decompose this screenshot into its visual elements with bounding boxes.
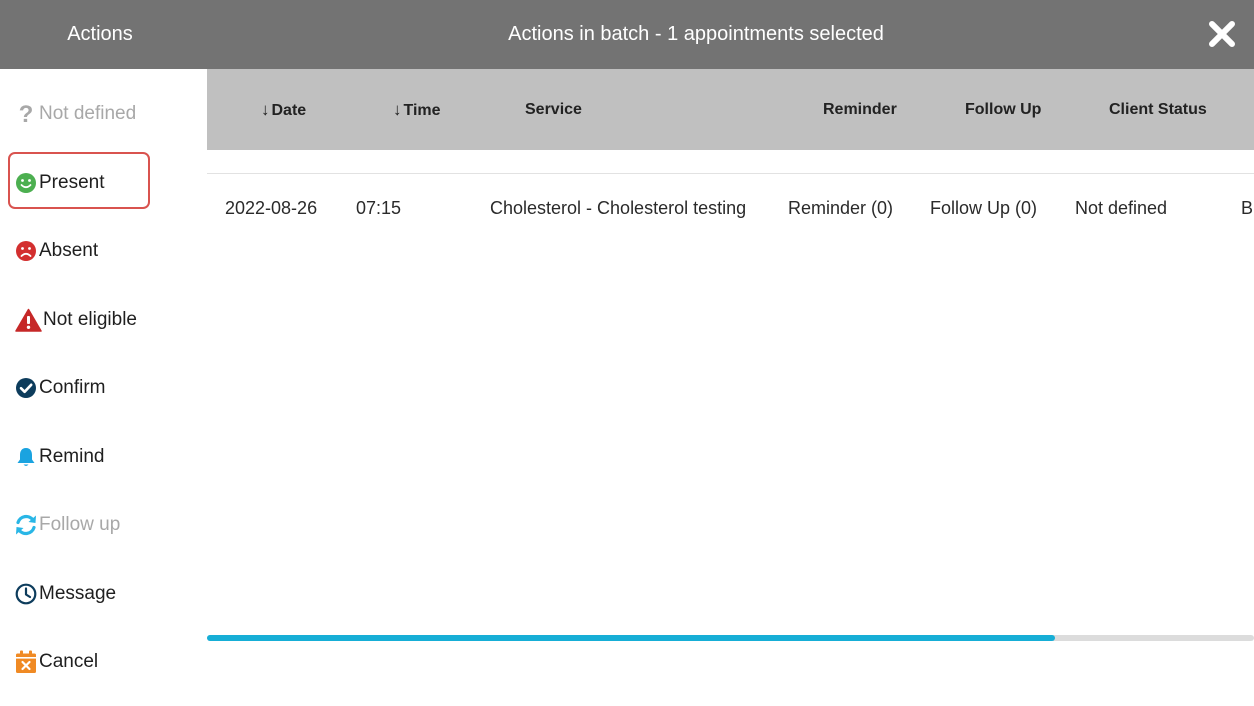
actions-sidebar: ? Not defined Present Absent Not eligibl… (0, 69, 207, 706)
action-not-eligible[interactable]: Not eligible (14, 300, 137, 340)
cell-service: Cholesterol - Cholesterol testing (490, 198, 747, 218)
actions-heading: Actions (67, 23, 133, 45)
smile-icon (14, 171, 38, 195)
cell-reminder-link[interactable]: Reminder (0) (788, 196, 893, 220)
cell-date: 2022-08-26 (225, 198, 318, 218)
column-header-date[interactable]: ↓ Date (261, 69, 306, 150)
action-label: Message (39, 583, 117, 604)
action-follow-up[interactable]: Follow up (14, 505, 120, 545)
bell-icon (14, 445, 38, 469)
action-label: Confirm (39, 377, 106, 398)
row-divider (207, 173, 1254, 174)
close-button[interactable] (1204, 16, 1240, 52)
horizontal-scrollbar[interactable] (207, 635, 1254, 641)
table-header: ↓ Date ↓ Time Service Reminder Follow Up C… (207, 69, 1254, 150)
column-header-reminder[interactable]: Reminder (823, 69, 897, 150)
scrollbar-thumb[interactable] (207, 635, 1056, 641)
action-absent[interactable]: Absent (14, 231, 98, 271)
clock-icon (14, 582, 38, 606)
action-label: Not defined (39, 103, 137, 124)
column-header-service[interactable]: Service (525, 69, 582, 150)
column-header-time[interactable]: ↓ Time (393, 69, 441, 150)
column-header-client-status[interactable]: Client Status (1109, 69, 1207, 150)
cell-time: 07:15 (356, 198, 402, 218)
batch-title: Actions in batch - 1 appointments select… (508, 23, 884, 45)
header-bar: Actions Actions in batch - 1 appointment… (0, 0, 1254, 69)
cell-follow-up-link[interactable]: Follow Up (0) (930, 196, 1037, 220)
cell-client-status: Not defined (1075, 198, 1168, 218)
action-message[interactable]: Message (14, 574, 116, 614)
action-label: Present (39, 172, 105, 193)
action-label: Not eligible (43, 309, 137, 330)
sort-down-icon: ↓ (393, 100, 402, 119)
close-icon (1209, 21, 1235, 47)
question-icon: ? (14, 102, 38, 126)
appointments-table: ↓ Date ↓ Time Service Reminder Follow Up C… (207, 69, 1254, 706)
action-not-defined[interactable]: ? Not defined (14, 94, 137, 134)
cell-truncated: B (1241, 198, 1254, 218)
refresh-icon (14, 513, 38, 537)
action-cancel[interactable]: Cancel (14, 642, 98, 682)
action-label: Follow up (39, 514, 121, 535)
svg-text:?: ? (19, 102, 34, 126)
check-circle-icon (14, 376, 38, 400)
sad-icon (14, 239, 38, 263)
calendar-cancel-icon (14, 650, 38, 674)
sort-down-icon: ↓ (261, 100, 270, 119)
action-remind[interactable]: Remind (14, 437, 104, 477)
action-label: Cancel (39, 651, 99, 672)
action-label: Absent (39, 240, 99, 261)
action-label: Remind (39, 446, 105, 467)
warning-icon (14, 308, 42, 332)
column-header-follow-up[interactable]: Follow Up (965, 69, 1041, 150)
action-present[interactable]: Present (14, 163, 104, 203)
action-confirm[interactable]: Confirm (14, 368, 106, 408)
